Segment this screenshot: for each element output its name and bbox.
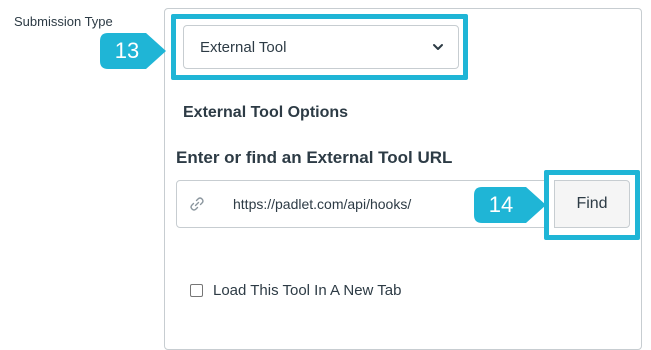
step-number-13: 13 [114, 38, 140, 63]
find-button[interactable]: Find [554, 180, 630, 228]
submission-type-value: External Tool [200, 38, 287, 56]
step-number-14: 14 [488, 192, 514, 217]
new-tab-checkbox-label: Load This Tool In A New Tab [213, 282, 402, 299]
submission-type-label: Submission Type [14, 14, 113, 29]
step-callout-13: 13 [100, 33, 166, 69]
new-tab-option[interactable]: Load This Tool In A New Tab [190, 282, 401, 299]
options-title: External Tool Options [183, 104, 349, 121]
url-label: Enter or find an External Tool URL [176, 148, 453, 167]
link-addon [176, 180, 218, 228]
new-tab-checkbox[interactable] [190, 284, 203, 297]
link-icon [190, 197, 204, 211]
step-callout-14: 14 [474, 187, 546, 223]
submission-type-select[interactable]: External Tool [183, 25, 459, 69]
chevron-down-icon [433, 44, 443, 50]
